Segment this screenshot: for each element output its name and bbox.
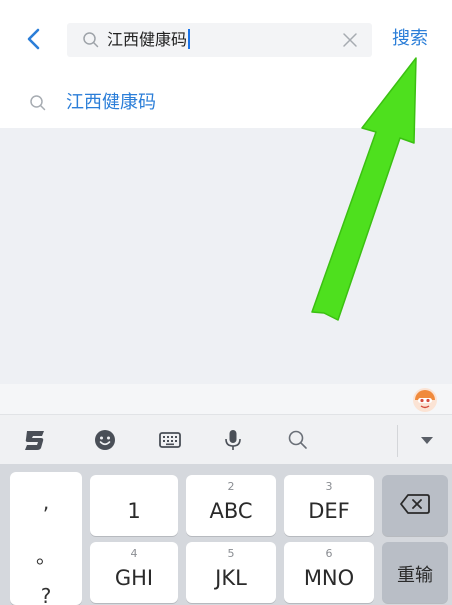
suggestion-item[interactable]: 江西健康码: [0, 82, 452, 128]
key-sub-label: 6: [325, 547, 333, 560]
keyboard-toolbar: [0, 414, 452, 464]
search-icon[interactable]: [285, 427, 311, 453]
key-sub-label: 5: [227, 547, 235, 560]
key-sub-label: 2: [227, 480, 235, 493]
backspace-key[interactable]: [382, 475, 448, 536]
key-ghi[interactable]: 4 GHI: [90, 542, 178, 603]
punctuation-column: , 。 ?: [10, 472, 82, 605]
back-button[interactable]: [20, 22, 50, 56]
search-header: 江西健康码 搜索: [0, 0, 452, 82]
key-sub-label: 3: [325, 480, 333, 493]
results-area: [0, 128, 452, 384]
key-def[interactable]: 3 DEF: [284, 475, 374, 536]
keyboard-candidate-bar: [0, 384, 452, 414]
punct-comma-key[interactable]: ,: [10, 490, 82, 514]
key-main-label: DEF: [308, 499, 350, 523]
punct-period-key[interactable]: 。: [10, 540, 82, 569]
punct-question-key[interactable]: ?: [10, 584, 82, 605]
keyboard-icon[interactable]: [157, 427, 183, 453]
search-button[interactable]: 搜索: [392, 26, 428, 52]
search-query: 江西健康码: [107, 29, 191, 51]
key-mno[interactable]: 6 MNO: [284, 542, 374, 603]
key-1[interactable]: 1: [90, 475, 178, 536]
key-main-label: 1: [127, 499, 141, 523]
reinput-key[interactable]: 重输: [382, 542, 448, 603]
ime-avatar-icon[interactable]: [412, 387, 438, 413]
key-main-label: ABC: [209, 499, 253, 523]
close-icon[interactable]: [340, 30, 360, 50]
text-cursor: [188, 29, 191, 49]
toolbar-divider: [397, 425, 398, 457]
key-main-label: GHI: [114, 566, 154, 590]
chevron-left-icon: [27, 28, 40, 50]
key-jkl[interactable]: 5 JKL: [186, 542, 276, 603]
search-icon: [83, 32, 99, 48]
screen: 江西健康码 搜索 江西健康码 , 。 ? 1 2 ABC 3 DEF 4 GHI…: [0, 0, 452, 605]
emoji-icon[interactable]: [92, 427, 118, 453]
suggestion-text: 江西健康码: [66, 92, 156, 113]
backspace-icon: [400, 494, 430, 514]
search-icon: [30, 95, 46, 111]
key-sub-label: 4: [130, 547, 138, 560]
key-main-label: MNO: [303, 566, 355, 590]
reinput-label: 重输: [397, 565, 433, 586]
key-abc[interactable]: 2 ABC: [186, 475, 276, 536]
key-main-label: JKL: [215, 566, 247, 590]
microphone-icon[interactable]: [220, 427, 246, 453]
search-input[interactable]: 江西健康码: [67, 23, 372, 57]
sogou-logo-icon[interactable]: [22, 427, 48, 453]
triangle-down-icon[interactable]: [414, 427, 440, 453]
keyboard-keys: , 。 ? 1 2 ABC 3 DEF 4 GHI 5 JKL 6 MNO 重输: [0, 464, 452, 605]
